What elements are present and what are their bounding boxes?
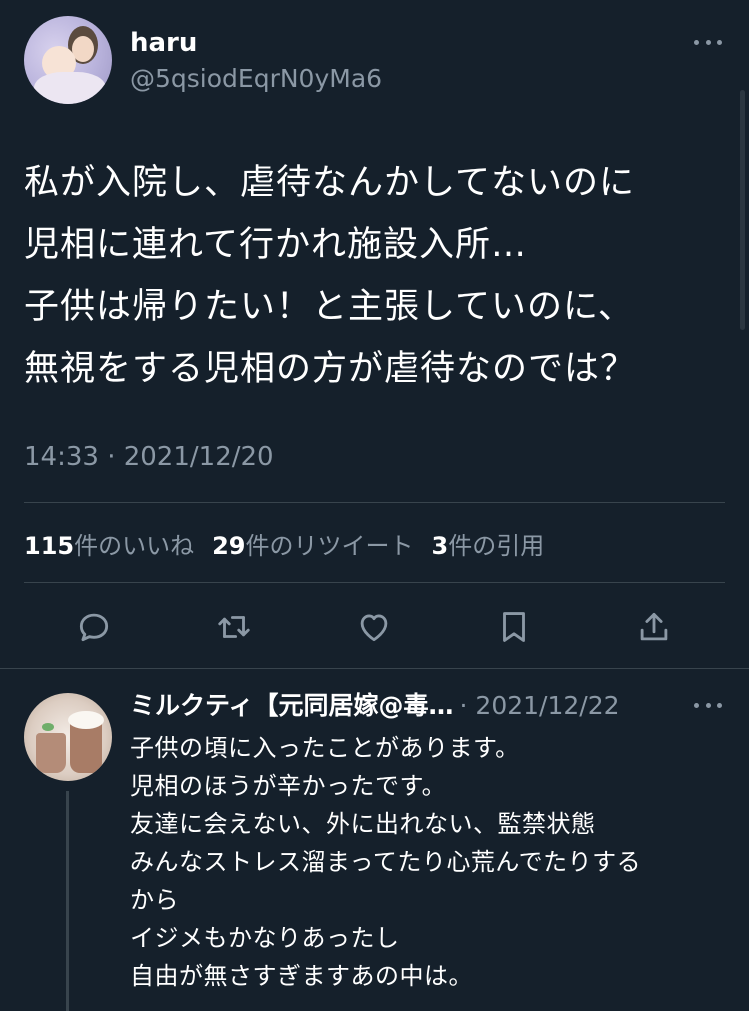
bookmark-icon <box>503 612 525 642</box>
scrollbar[interactable] <box>740 90 745 330</box>
likes-stat[interactable]: 115件のいいね <box>24 526 194 561</box>
more-options-icon[interactable] <box>694 36 722 48</box>
reply-date[interactable]: · 2021/12/22 <box>460 689 620 723</box>
tweet-text-line: 無視をする児相の方が虐待なのでは？ <box>24 349 637 389</box>
reply-text-line: みんなストレス溜まってたり心荒んでたりする <box>130 848 642 876</box>
avatar-mint <box>42 723 54 731</box>
reply-text-line: イジメもかなりあったし <box>130 924 400 952</box>
retweet-button[interactable] <box>212 605 256 649</box>
retweets-stat[interactable]: 29件のリツイート <box>212 526 413 561</box>
reply-text: 子供の頃に入ったことがあります。 児相のほうが辛かったです。 友達に会えない、外… <box>130 729 730 995</box>
thread-line <box>66 791 69 1011</box>
main-tweet: haru @5qsiodEqrN0yMa6 私が入院し、虐待なんかしてないのに … <box>0 0 749 668</box>
like-icon <box>360 614 388 642</box>
reply-tweet[interactable]: ミルクティ【元同居嫁@毒… · 2021/12/22 子供の頃に入ったことがあり… <box>0 669 749 1011</box>
quotes-stat[interactable]: 3件の引用 <box>432 526 545 561</box>
tweet-actions <box>0 605 749 649</box>
author-handle[interactable]: @5qsiodEqrN0yMa6 <box>130 62 382 96</box>
avatar-cup <box>36 733 66 773</box>
reply-text-line: 自由が無さすぎますあの中は。 <box>130 962 473 990</box>
tweet-text-line: 子供は帰りたい！と主張していのに、 <box>24 287 634 327</box>
reply-icon <box>79 613 109 642</box>
tweet-timestamp[interactable]: 14:33 · 2021/12/20 <box>24 442 274 472</box>
reply-text-line: 児相のほうが辛かったです。 <box>130 772 447 800</box>
bookmark-button[interactable] <box>492 605 536 649</box>
divider <box>24 582 725 583</box>
divider <box>24 502 725 503</box>
author-avatar[interactable] <box>24 16 112 104</box>
likes-label: 件のいいね <box>74 532 195 560</box>
avatar-cream <box>68 711 104 729</box>
reply-text-line: 友達に会えない、外に出れない、監禁状態 <box>130 810 596 838</box>
tweet-text: 私が入院し、虐待なんかしてないのに 児相に連れて行かれ施設入所… 子供は帰りたい… <box>24 152 734 400</box>
share-button[interactable] <box>632 605 676 649</box>
retweet-icon <box>218 616 250 638</box>
reply-text-line: 子供の頃に入ったことがあります。 <box>130 734 520 762</box>
share-icon <box>640 612 668 641</box>
tweet-text-line: 私が入院し、虐待なんかしてないのに <box>24 163 635 203</box>
more-options-icon[interactable] <box>694 699 722 711</box>
likes-count: 115 <box>24 532 75 560</box>
retweets-label: 件のリツイート <box>245 532 414 560</box>
reply-author-avatar[interactable] <box>24 693 112 781</box>
reply-button[interactable] <box>72 605 116 649</box>
tweet-text-line: 児相に連れて行かれ施設入所… <box>24 225 527 265</box>
quotes-label: 件の引用 <box>448 532 545 560</box>
author-display-name[interactable]: haru <box>130 26 197 60</box>
reply-text-line: から <box>130 886 179 914</box>
avatar-body <box>34 72 106 104</box>
reply-author-name[interactable]: ミルクティ【元同居嫁@毒… <box>130 689 454 723</box>
reply-header: ミルクティ【元同居嫁@毒… · 2021/12/22 <box>130 689 620 723</box>
engagement-stats: 115件のいいね 29件のリツイート 3件の引用 <box>24 526 544 561</box>
quotes-count: 3 <box>431 532 449 560</box>
like-button[interactable] <box>352 605 396 649</box>
retweets-count: 29 <box>212 532 246 560</box>
